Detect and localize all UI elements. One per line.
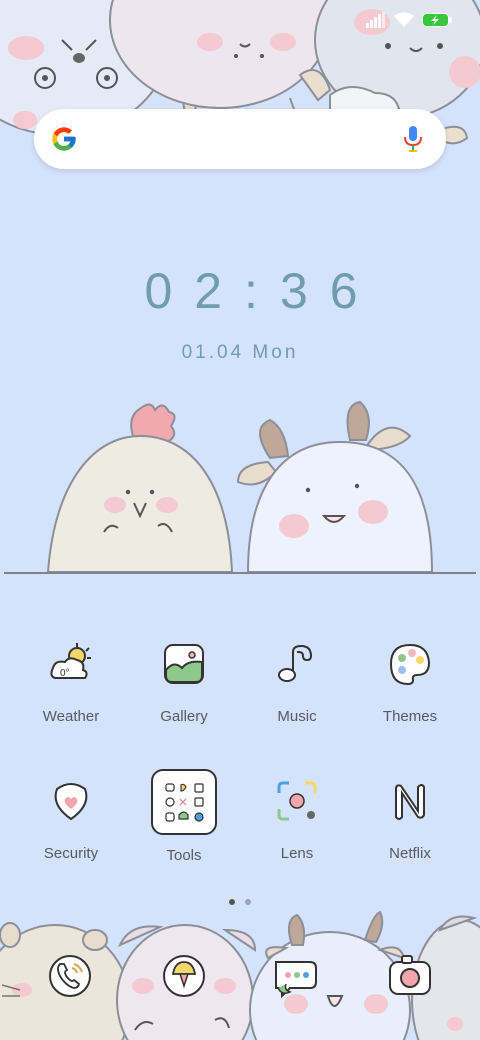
signal-icon [366,12,385,28]
dock-camera[interactable] [382,948,438,1004]
status-bar [366,12,452,28]
weather-icon: 0° [39,632,103,696]
app-gallery[interactable]: Gallery [129,632,239,725]
google-logo-icon[interactable] [50,125,78,153]
app-label: Gallery [160,708,208,725]
app-label: Themes [382,708,438,725]
tools-folder-icon [151,769,217,835]
app-label: Netflix [389,845,431,862]
music-icon [265,632,329,696]
app-tools-folder[interactable]: Tools [129,769,239,864]
clock-date[interactable]: 01.04 Mon [0,342,480,364]
search-bar[interactable] [34,109,446,169]
app-label: Security [43,845,99,862]
phone-icon [49,955,91,997]
app-label: Lens [280,845,314,862]
clock-time[interactable]: 02:36 [0,262,480,320]
app-music[interactable]: Music [242,632,352,725]
browser-icon [163,955,205,997]
wifi-icon [394,12,414,27]
dock-messages[interactable] [268,948,324,1004]
page-indicator-dot[interactable] [245,899,251,905]
messages-icon [275,961,317,999]
app-netflix[interactable]: Netflix [355,769,465,862]
microphone-icon[interactable] [402,125,424,153]
app-label: Tools [166,847,202,864]
app-label: Weather [42,708,100,725]
dock-browser[interactable] [156,948,212,1004]
app-themes[interactable]: Themes [355,632,465,725]
lens-icon [265,769,329,833]
app-security[interactable]: Security [16,769,126,862]
gallery-icon [152,632,216,696]
battery-charging-icon [422,13,452,27]
security-icon [39,769,103,833]
netflix-icon [378,769,442,833]
app-label: Music [277,708,317,725]
camera-icon [389,955,431,995]
dock-phone[interactable] [42,948,98,1004]
themes-icon [378,632,442,696]
weather-temp: 0° [60,668,70,679]
app-lens[interactable]: Lens [242,769,352,862]
page-indicator-dot-active[interactable] [229,899,235,905]
app-weather[interactable]: 0° Weather [16,632,126,725]
